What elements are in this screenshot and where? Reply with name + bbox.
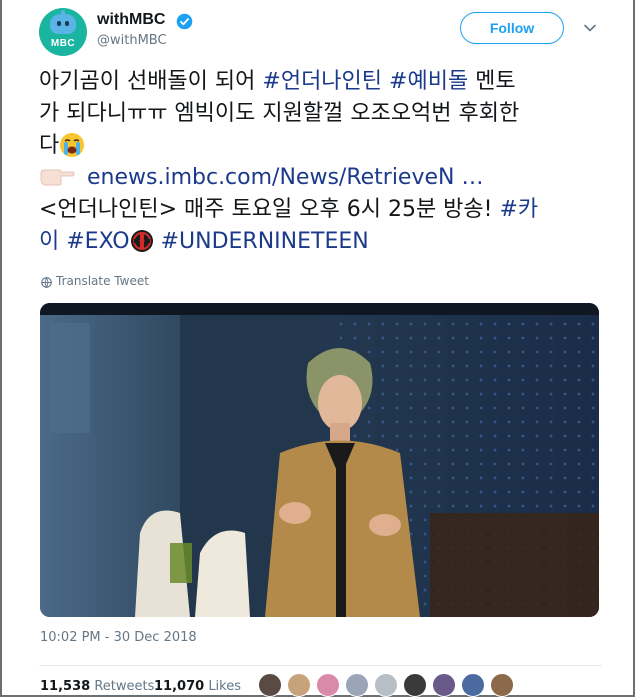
tweet-text-segment: <언더나인틴> 매주 토요일 오후 6시 25분 방송! — [39, 197, 500, 222]
liker-avatar[interactable] — [316, 673, 340, 697]
tweet-line-3: 다 — [39, 130, 619, 162]
liker-avatar[interactable] — [258, 673, 282, 697]
tweet-text-segment: 멘토 — [468, 69, 516, 94]
chevron-down-icon[interactable] — [583, 21, 597, 35]
liker-avatar[interactable] — [432, 673, 456, 697]
liker-avatar[interactable] — [345, 673, 369, 697]
loudly-crying-face-icon — [60, 133, 85, 157]
robot-eye-right — [65, 21, 69, 26]
hashtag-underninteen[interactable]: #언더나인틴 — [262, 69, 382, 94]
tweet-line-1: 아기곰이 선배돌이 되어 #언더나인틴 #예비돌 멘토 — [39, 66, 619, 98]
hashtag-kai-start[interactable]: #카 — [499, 197, 538, 222]
tweet-line-5: <언더나인틴> 매주 토요일 오후 6시 25분 방송! #카 — [39, 194, 619, 226]
tweet-media-photo[interactable] — [40, 303, 599, 617]
likes-stat[interactable]: 11,070 Likes — [154, 679, 241, 694]
tweet-text: 아기곰이 선배돌이 되어 #언더나인틴 #예비돌 멘토 가 되다니ㅠㅠ 엠빅이도… — [39, 66, 619, 258]
liker-avatar[interactable] — [374, 673, 398, 697]
display-name[interactable]: withMBC — [97, 11, 165, 29]
tweet-line-6: 이 #EXO #UNDERNINETEEN — [39, 226, 619, 258]
window-frame-left — [0, 0, 2, 697]
liker-avatar[interactable] — [403, 673, 427, 697]
tweet-text-segment: 다 — [39, 133, 60, 158]
exo-logo-icon — [130, 230, 153, 252]
likes-label: Likes — [208, 679, 242, 694]
retweets-label: Retweets — [94, 679, 155, 694]
verified-badge-icon — [176, 13, 193, 30]
robot-eye-left — [57, 21, 61, 26]
tweet-text-segment: 아기곰이 선배돌이 되어 — [39, 69, 263, 94]
liker-avatar[interactable] — [461, 673, 485, 697]
avatar[interactable]: MBC — [39, 8, 87, 56]
tweet-line-4: enews.imbc.com/News/RetrieveN … — [39, 162, 619, 194]
hashtag-exo[interactable]: #EXO — [66, 229, 129, 254]
pointing-right-icon — [40, 169, 75, 186]
divider — [39, 665, 602, 666]
tweet-link[interactable]: enews.imbc.com/News/RetrieveN … — [87, 165, 483, 190]
hashtag-kai-end[interactable]: 이 — [39, 229, 59, 254]
likes-count: 11,070 — [154, 679, 205, 694]
liker-avatar[interactable] — [287, 673, 311, 697]
tweet-timestamp[interactable]: 10:02 PM - 30 Dec 2018 — [40, 630, 197, 645]
hashtag-undernineteen[interactable]: #UNDERNINETEEN — [161, 229, 369, 254]
tweet-line-2: 가 되다니ㅠㅠ 엠빅이도 지원할껄 오조오억번 후회한 — [39, 101, 520, 126]
globe-icon — [41, 277, 52, 288]
user-handle[interactable]: @withMBC — [97, 33, 167, 48]
hashtag-yebidol[interactable]: #예비돌 — [389, 69, 468, 94]
avatar-logo-text: MBC — [50, 38, 76, 49]
liker-avatar[interactable] — [490, 673, 514, 697]
robot-mascot-icon — [50, 14, 76, 34]
photo-scene — [40, 303, 599, 617]
retweets-stat[interactable]: 11,538 Retweets — [40, 679, 154, 694]
translate-tweet-link[interactable]: Translate Tweet — [56, 274, 149, 288]
retweets-count: 11,538 — [40, 679, 91, 694]
follow-button[interactable]: Follow — [460, 12, 564, 44]
